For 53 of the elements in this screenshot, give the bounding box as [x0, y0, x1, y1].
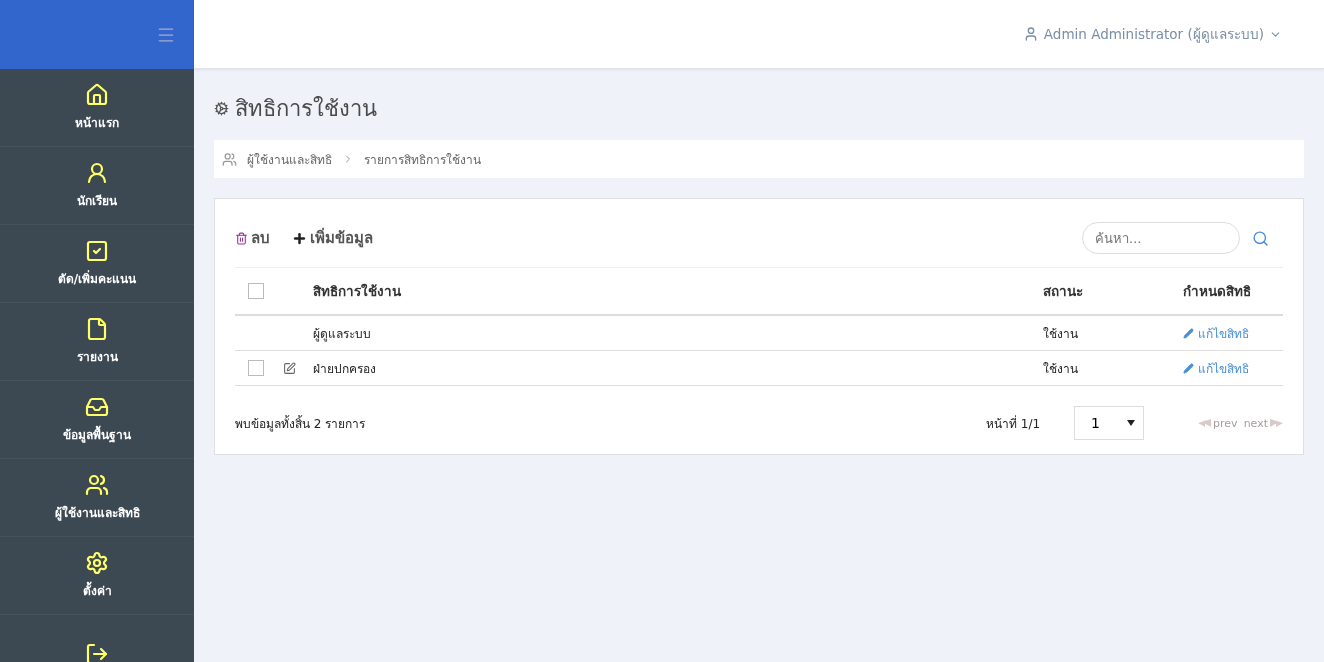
add-button[interactable]: เพิ่มข้อมูล	[292, 226, 373, 250]
edit-icon[interactable]	[283, 361, 296, 375]
column-header: กำหนดสิทธิ	[1183, 282, 1252, 301]
column-header: สถานะ	[1043, 282, 1084, 301]
sidebar-item[interactable]: ผู้ใช้งานและสิทธิ	[0, 459, 194, 537]
caret-icon	[1127, 419, 1136, 427]
sidebar-item[interactable]: รายงาน	[0, 303, 194, 381]
search-field[interactable]: ค้นหา...	[1082, 222, 1240, 254]
sidebar-label: ผู้ใช้งานและสิทธิ	[54, 504, 140, 522]
file-icon	[85, 317, 109, 341]
checkbox-icon	[85, 239, 109, 263]
column-header: สิทธิการใช้งาน	[313, 282, 402, 301]
page-select[interactable]: 1	[1074, 406, 1145, 440]
plus-icon	[292, 230, 307, 246]
sidebar-item[interactable]: ตั้งค่า	[0, 537, 194, 615]
record-count: พบข้อมูลทั้งสิ้น 2 รายการ	[235, 414, 366, 433]
double-arrow-left-icon	[1198, 419, 1212, 427]
page-label: หน้าที่ 1/1	[985, 414, 1041, 433]
table-cell-text: ใช้งาน	[1043, 325, 1079, 343]
sidebar-label: หน้าแรก	[75, 115, 119, 132]
trash-icon	[235, 231, 248, 245]
inbox-icon	[85, 395, 109, 419]
sidebar-label: ข้อมูลพื้นฐาน	[63, 425, 131, 444]
delete-button[interactable]: ลบ	[235, 226, 270, 250]
pencil-icon	[1183, 327, 1194, 339]
page-title: สิทธิการใช้งาน	[235, 94, 377, 123]
pencil-icon	[1183, 362, 1194, 374]
checkbox[interactable]	[248, 283, 264, 299]
edit-permission-link[interactable]: แก้ไขสิทธิ	[1183, 358, 1283, 378]
home-icon	[85, 83, 109, 107]
sidebar-item[interactable]: นักเรียน	[0, 147, 194, 225]
sidebar-item[interactable]: หน้าแรก	[0, 69, 194, 147]
users-icon	[85, 473, 109, 497]
table-cell-text: ใช้งาน	[1043, 360, 1079, 378]
sidebar-item[interactable]: ข้อมูลพื้นฐาน	[0, 381, 194, 459]
users-icon	[222, 151, 237, 167]
breadcrumb-item[interactable]: ผู้ใช้งานและสิทธิ	[247, 149, 332, 169]
sidebar-label: รายงาน	[76, 349, 118, 366]
sidebar-label: นักเรียน	[77, 193, 117, 210]
table-cell-text: ฝ่ายปกครอง	[313, 360, 377, 378]
breadcrumb-item: รายการสิทธิการใช้งาน	[364, 151, 481, 169]
sidebar-label: ตัด/เพิ่มคะแนน	[57, 269, 137, 288]
gear-icon	[214, 100, 229, 116]
user-icon	[85, 161, 109, 185]
logout-icon	[85, 641, 109, 662]
checkbox[interactable]	[248, 360, 264, 376]
gear-icon	[85, 551, 109, 575]
edit-permission-link[interactable]: แก้ไขสิทธิ	[1183, 323, 1283, 343]
sidebar-item[interactable]: ตัด/เพิ่มคะแนน	[0, 225, 194, 303]
double-arrow-right-icon	[1270, 419, 1283, 427]
table-cell-text: ผู้ดูแลระบบ	[313, 325, 372, 343]
sidebar-label: ตั้งค่า	[82, 581, 112, 600]
search-icon[interactable]	[1252, 229, 1269, 247]
